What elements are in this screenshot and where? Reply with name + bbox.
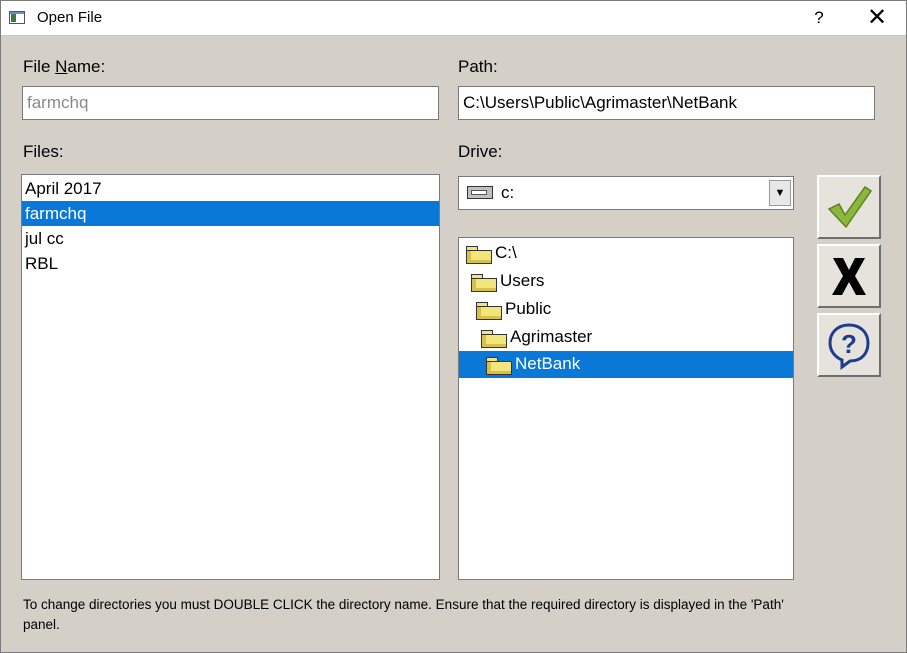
instructions-text: To change directories you must DOUBLE CL…	[23, 597, 784, 632]
dropdown-arrow-icon[interactable]: ▼	[769, 180, 791, 206]
dir-item-label: Public	[505, 299, 552, 318]
app-window-icon	[9, 11, 25, 24]
cancel-button[interactable]	[817, 244, 881, 308]
files-label: Files:	[23, 142, 64, 161]
drive-select[interactable]: c: ▼	[458, 176, 794, 210]
directory-tree[interactable]: C:\ Users Public Agrimaster NetBank	[458, 237, 794, 580]
x-icon	[832, 258, 866, 295]
file-name-label-suffix: ame:	[67, 57, 106, 76]
folder-open-icon	[480, 328, 508, 348]
folder-open-icon	[465, 244, 493, 264]
path-input[interactable]: C:\Users\Public\Agrimaster\NetBank	[458, 86, 875, 120]
help-button[interactable]: ?	[817, 313, 881, 377]
file-item-jul-cc[interactable]: jul cc	[22, 226, 439, 251]
dir-item-label: Users	[500, 271, 545, 290]
path-label: Path:	[458, 57, 498, 76]
file-item-farmchq[interactable]: farmchq	[22, 201, 439, 226]
folder-open-icon	[470, 272, 498, 292]
dir-item-label: C:\	[495, 243, 517, 262]
dir-item-label: NetBank	[515, 354, 581, 373]
file-name-label-prefix: File	[23, 57, 56, 76]
drive-icon	[467, 186, 493, 199]
help-question-icon: ?	[828, 323, 870, 370]
dir-item-netbank[interactable]: NetBank	[459, 351, 793, 378]
file-item-rbl[interactable]: RBL	[22, 251, 439, 276]
folder-open-icon	[475, 300, 503, 320]
svg-text:?: ?	[841, 329, 857, 359]
dir-item-agrimaster[interactable]: Agrimaster	[480, 324, 592, 350]
dir-item-users[interactable]: Users	[470, 268, 544, 294]
title-help-button[interactable]: ?	[799, 1, 839, 35]
dir-item-public[interactable]: Public	[475, 296, 551, 322]
close-button[interactable]: ✕	[853, 1, 901, 35]
open-file-dialog: Open File ? ✕ File Name: farmchq Path: C…	[0, 0, 907, 653]
ok-button[interactable]	[817, 175, 881, 239]
dir-item-c-root[interactable]: C:\	[465, 240, 517, 266]
file-item-april-2017[interactable]: April 2017	[22, 176, 439, 201]
dir-item-label: Agrimaster	[510, 327, 593, 346]
window-title: Open File	[37, 9, 103, 26]
checkmark-icon	[827, 185, 873, 229]
file-name-label: File Name:	[23, 57, 105, 77]
files-list[interactable]: April 2017 farmchq jul cc RBL	[21, 174, 440, 580]
title-bar: Open File ? ✕	[1, 1, 906, 36]
drive-select-value: c:	[501, 183, 515, 202]
folder-open-icon	[485, 355, 513, 375]
file-name-input[interactable]: farmchq	[22, 86, 439, 120]
drive-label: Drive:	[458, 142, 503, 161]
file-name-label-accesskey: N	[55, 57, 68, 76]
